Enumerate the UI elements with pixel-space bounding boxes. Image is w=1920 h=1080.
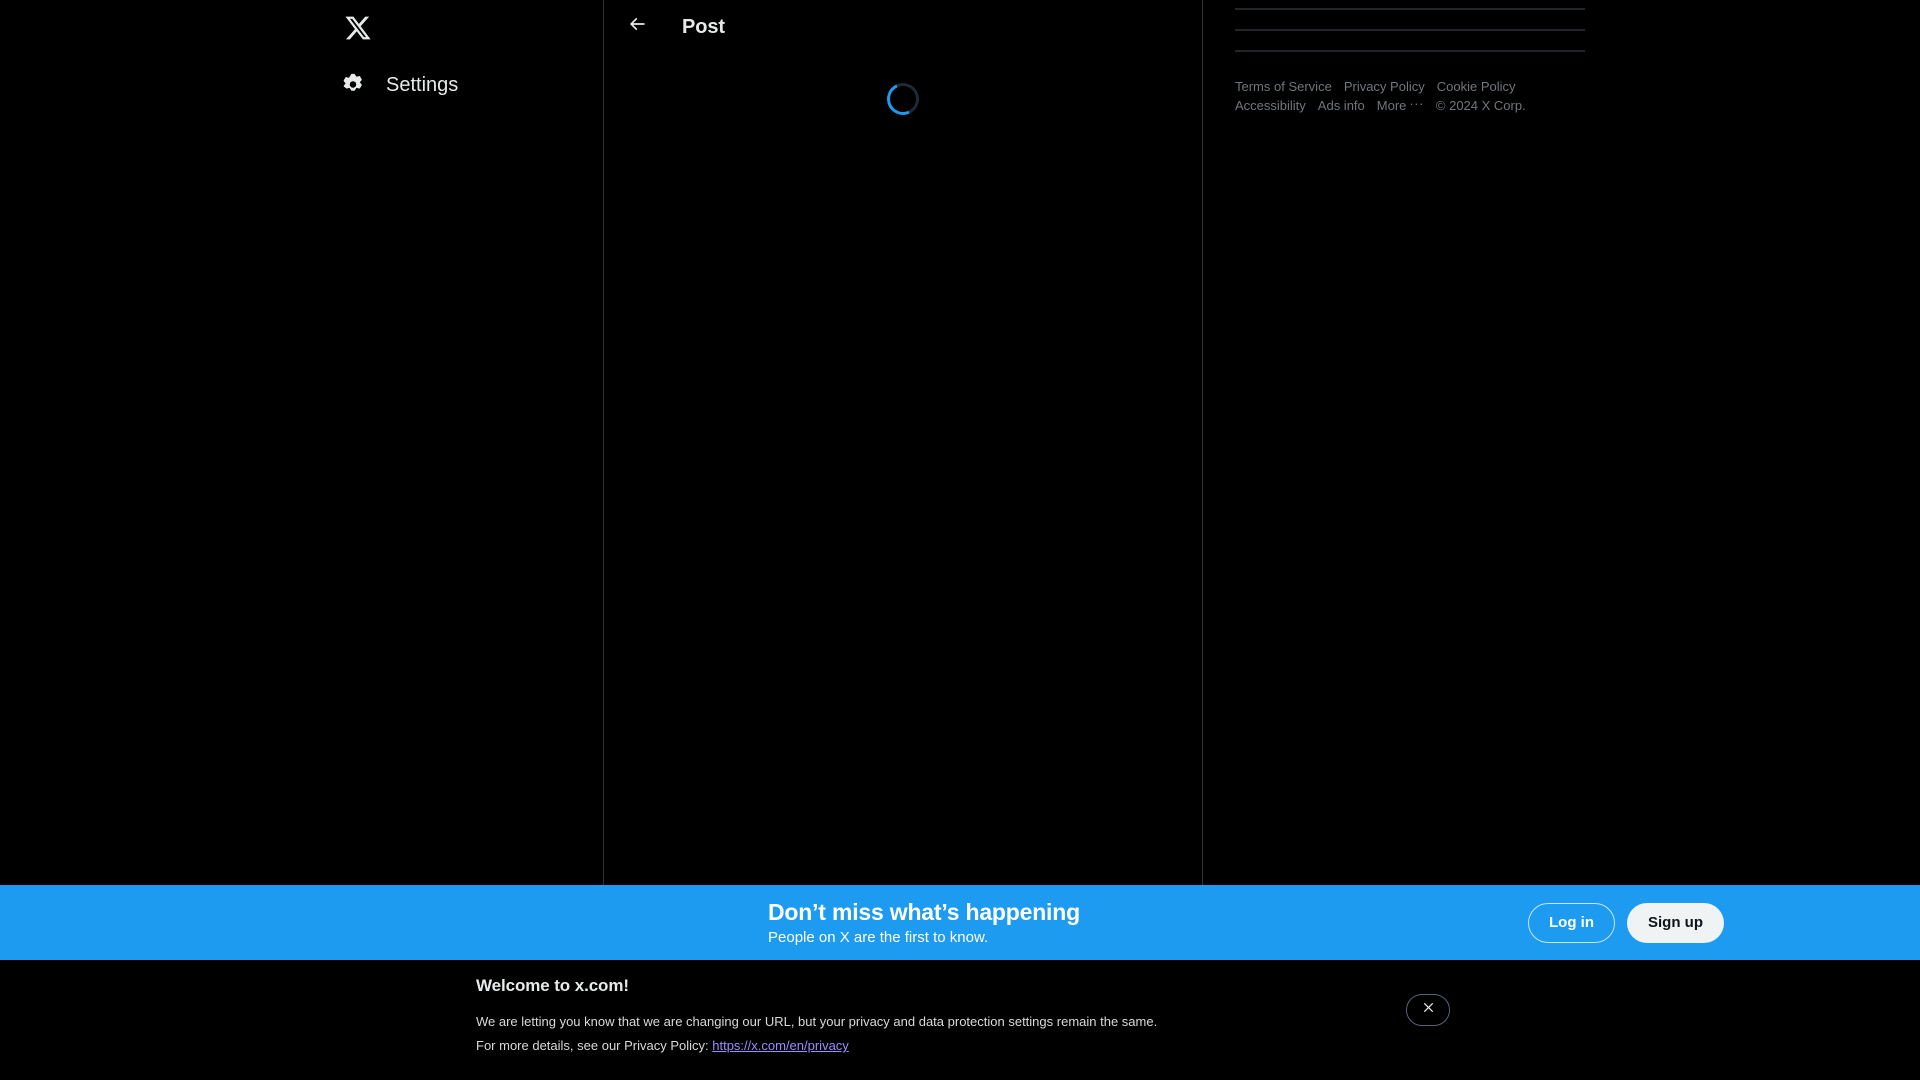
x-logo-icon	[344, 14, 372, 42]
main-header: Post	[604, 0, 1202, 53]
footer-link-accessibility[interactable]: Accessibility	[1235, 98, 1306, 114]
sidebar-item-label-settings: Settings	[386, 74, 459, 96]
signup-banner-subtitle: People on X are the first to know.	[768, 928, 989, 946]
cookie-banner-body: We are letting you know that we are chan…	[476, 1010, 1236, 1058]
signup-banner-text: Don’t miss what’s happening People on X …	[768, 898, 1388, 948]
page-columns: Settings Post Terms of Service Privacy P…	[0, 0, 1920, 885]
skeleton-line	[1235, 29, 1585, 31]
signup-banner-actions: Log in Sign up	[1528, 902, 1724, 943]
privacy-policy-link[interactable]: https://x.com/en/privacy	[712, 1038, 849, 1053]
close-icon	[1421, 1000, 1436, 1020]
signup-banner-inner: Don’t miss what’s happening People on X …	[0, 898, 1920, 948]
footer-link-terms-of-service[interactable]: Terms of Service	[1235, 79, 1332, 95]
cookie-banner-inner: Welcome to x.com! We are letting you kno…	[0, 960, 1920, 1058]
page-title: Post	[682, 15, 725, 38]
right-sidebar: Terms of Service Privacy Policy Cookie P…	[1203, 0, 1920, 885]
left-sidebar: Settings	[0, 0, 603, 885]
skeleton-line	[1235, 50, 1585, 52]
main-column: Post	[603, 0, 1203, 885]
footer-more-button[interactable]: More ···	[1376, 96, 1424, 114]
signup-banner: Don’t miss what’s happening People on X …	[0, 885, 1920, 960]
login-button[interactable]: Log in	[1528, 902, 1615, 943]
cookie-banner-line1: We are letting you know that we are chan…	[476, 1014, 1158, 1029]
cookie-banner-title: Welcome to x.com!	[476, 976, 629, 995]
ellipsis-icon: ···	[1409, 96, 1424, 111]
footer-link-ads-info[interactable]: Ads info	[1318, 98, 1365, 114]
signup-banner-title: Don’t miss what’s happening	[768, 898, 1080, 925]
gear-icon	[340, 72, 366, 98]
cookie-banner-line2-prefix: For more details, see our Privacy Policy…	[476, 1038, 713, 1053]
close-button[interactable]	[1406, 994, 1450, 1026]
primary-nav: Settings	[328, 0, 588, 110]
sidebar-skeleton	[1235, 0, 1585, 52]
footer-copyright: © 2024 X Corp.	[1435, 98, 1526, 113]
footer-link-privacy-policy[interactable]: Privacy Policy	[1344, 79, 1425, 95]
sidebar-item-settings[interactable]: Settings	[328, 60, 472, 110]
footer-link-cookie-policy[interactable]: Cookie Policy	[1437, 79, 1516, 95]
cookie-banner: Welcome to x.com! We are letting you kno…	[0, 960, 1920, 1080]
back-arrow-icon	[627, 14, 647, 39]
loading-region	[604, 53, 1202, 120]
signup-button[interactable]: Sign up	[1627, 902, 1724, 943]
x-post-page: Settings Post Terms of Service Privacy P…	[0, 0, 1920, 1080]
back-button[interactable]	[620, 10, 654, 44]
loading-spinner-icon	[882, 78, 924, 120]
footer-links: Terms of Service Privacy Policy Cookie P…	[1235, 71, 1595, 114]
cookie-banner-line2: For more details, see our Privacy Policy…	[476, 1034, 1236, 1058]
skeleton-line	[1235, 8, 1585, 10]
cookie-banner-text: Welcome to x.com! We are letting you kno…	[476, 976, 1236, 1058]
footer-more-label: More	[1376, 98, 1407, 113]
x-logo-link[interactable]	[332, 2, 384, 54]
